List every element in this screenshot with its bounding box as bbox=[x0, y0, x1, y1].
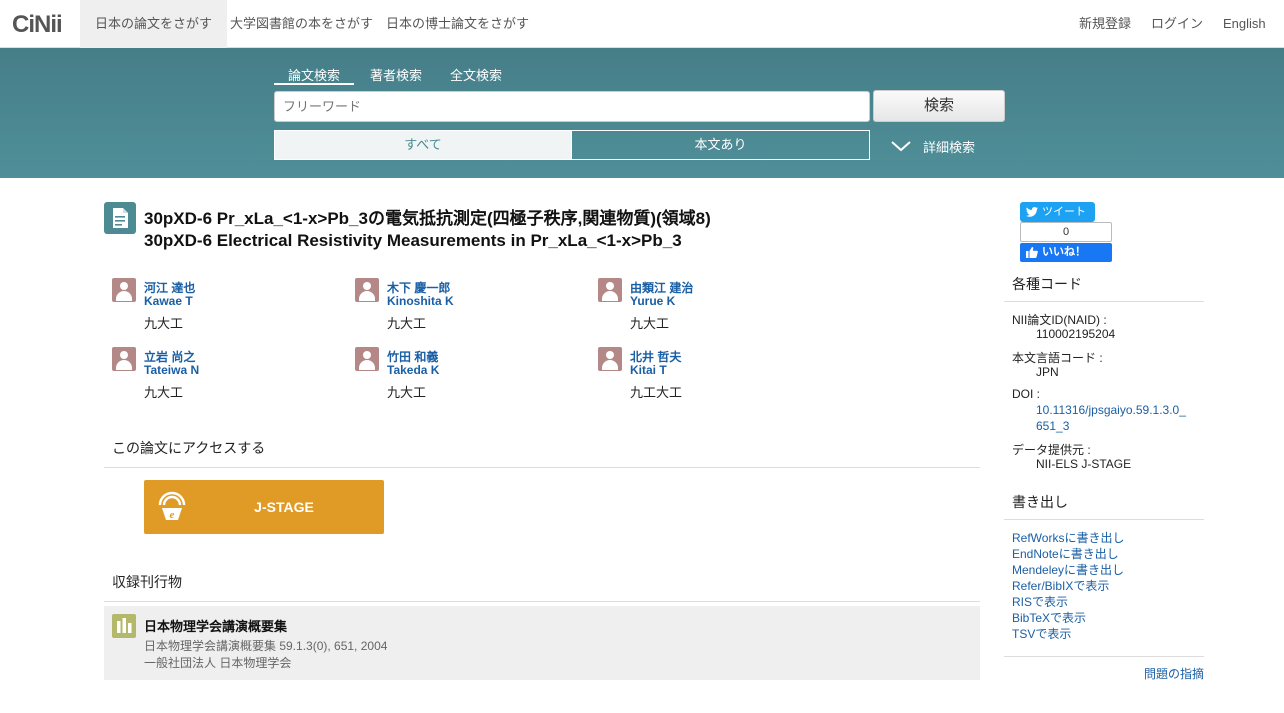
codes-heading: 各種コード bbox=[1004, 274, 1204, 302]
jstage-label: J-STAGE bbox=[254, 499, 314, 515]
report-problem-link[interactable]: 問題の指摘 bbox=[1144, 665, 1204, 682]
journal-publisher: 一般社団法人 日本物理学会 bbox=[144, 656, 292, 670]
avatar bbox=[598, 278, 622, 302]
document-icon bbox=[104, 202, 136, 234]
tweet-button[interactable]: ツイート bbox=[1020, 202, 1095, 222]
journal-card: 日本物理学会講演概要集 日本物理学会講演概要集 59.1.3(0), 651, … bbox=[104, 606, 980, 680]
avatar bbox=[112, 347, 136, 371]
like-label: いいね！ bbox=[1042, 246, 1086, 258]
naid-label: NII論文ID(NAID) : bbox=[1012, 313, 1107, 327]
author-name-en-link[interactable]: Kinoshita K bbox=[387, 294, 454, 308]
tab-fulltext-search[interactable]: 全文検索 bbox=[450, 65, 502, 85]
author-name-en-link[interactable]: Kitai T bbox=[630, 363, 667, 377]
filter-all-button[interactable]: すべて bbox=[274, 130, 572, 160]
tab-japanese-papers[interactable]: 日本の論文をさがす bbox=[80, 0, 228, 48]
author-affiliation: 九大工 bbox=[144, 316, 184, 331]
tab-article-search[interactable]: 論文検索 bbox=[274, 65, 354, 85]
search-button[interactable]: 検索 bbox=[873, 90, 1005, 122]
register-link[interactable]: 新規登録 bbox=[1079, 0, 1131, 48]
search-input[interactable] bbox=[274, 91, 870, 122]
author-name-en-link[interactable]: Yurue K bbox=[630, 294, 675, 308]
data-provider-value: NII-ELS J-STAGE bbox=[1036, 457, 1132, 471]
author-affiliation: 九大工 bbox=[630, 316, 670, 331]
export-ris-link[interactable]: RISで表示 bbox=[1012, 593, 1068, 610]
language-code-value: JPN bbox=[1036, 365, 1059, 379]
language-code-label: 本文言語コード : bbox=[1012, 351, 1103, 365]
jstage-button[interactable]: e J-STAGE bbox=[144, 480, 384, 534]
author-name-en-link[interactable]: Takeda K bbox=[387, 363, 439, 377]
chevron-down-icon bbox=[891, 141, 911, 152]
author-card: 木下 慶一郎 Kinoshita K 九大工 bbox=[355, 278, 585, 338]
author-card: 河江 達也 Kawae T 九大工 bbox=[112, 278, 342, 338]
author-name-en-link[interactable]: Kawae T bbox=[144, 294, 193, 308]
author-card: 立岩 尚之 Tateiwa N 九大工 bbox=[112, 347, 342, 407]
advanced-search-label: 詳細検索 bbox=[923, 140, 976, 155]
tweet-label: ツイート bbox=[1042, 206, 1086, 218]
doi-link[interactable]: 10.11316/jpsgaiyo.59.1.3.0_651_3 bbox=[1036, 402, 1192, 434]
export-bibtex-link[interactable]: BibTeXで表示 bbox=[1012, 609, 1086, 626]
search-band: 論文検索 著者検索 全文検索 検索 すべて 本文あり 詳細検索 bbox=[0, 48, 1284, 178]
avatar bbox=[355, 347, 379, 371]
author-affiliation: 九大工 bbox=[387, 316, 427, 331]
article-title-english: 30pXD-6 Electrical Resistivity Measureme… bbox=[144, 231, 682, 250]
journal-heading: 収録刊行物 bbox=[104, 572, 980, 602]
tab-doctoral-dissertations[interactable]: 日本の博士論文をさがす bbox=[371, 0, 544, 48]
export-heading: 書き出し bbox=[1004, 492, 1204, 520]
author-affiliation: 九工大工 bbox=[630, 385, 683, 400]
export-refworks-link[interactable]: RefWorksに書き出し bbox=[1012, 529, 1124, 546]
cinii-logo[interactable]: CiNii bbox=[12, 11, 63, 39]
bar-chart-icon bbox=[112, 614, 136, 638]
twitter-icon bbox=[1026, 207, 1038, 217]
access-heading: この論文にアクセスする bbox=[104, 438, 980, 468]
filter-fulltext-button[interactable]: 本文あり bbox=[571, 130, 870, 160]
author-card: 由類江 建治 Yurue K 九大工 bbox=[598, 278, 828, 338]
author-name-en-link[interactable]: Tateiwa N bbox=[144, 363, 199, 377]
author-card: 竹田 和義 Takeda K 九大工 bbox=[355, 347, 585, 407]
login-link[interactable]: ログイン bbox=[1151, 0, 1203, 48]
data-provider-label: データ提供元 : bbox=[1012, 443, 1091, 457]
doi-label: DOI : bbox=[1012, 387, 1041, 401]
author-card: 北井 哲夫 Kitai T 九工大工 bbox=[598, 347, 828, 407]
tab-author-search[interactable]: 著者検索 bbox=[370, 65, 422, 85]
author-affiliation: 九大工 bbox=[144, 385, 184, 400]
journal-volume: 日本物理学会講演概要集 59.1.3(0), 651, 2004 bbox=[144, 639, 388, 653]
naid-value: 110002195204 bbox=[1036, 327, 1116, 341]
tab-university-library-books[interactable]: 大学図書館の本をさがす bbox=[215, 0, 388, 48]
avatar bbox=[598, 347, 622, 371]
export-tsv-link[interactable]: TSVで表示 bbox=[1012, 625, 1071, 642]
author-affiliation: 九大工 bbox=[387, 385, 427, 400]
journal-title-link[interactable]: 日本物理学会講演概要集 bbox=[144, 616, 287, 635]
like-count: 0 bbox=[1020, 222, 1112, 242]
export-refer-bibix-link[interactable]: Refer/BibIXで表示 bbox=[1012, 577, 1109, 594]
thumbs-up-icon bbox=[1026, 247, 1038, 258]
divider bbox=[1004, 656, 1204, 657]
article-title-japanese: 30pXD-6 Pr_xLa_<1-x>Pb_3の電気抵抗測定(四極子秩序,関連… bbox=[144, 209, 711, 228]
language-english-link[interactable]: English bbox=[1223, 0, 1266, 48]
export-mendeley-link[interactable]: Mendeleyに書き出し bbox=[1012, 561, 1124, 578]
export-endnote-link[interactable]: EndNoteに書き出し bbox=[1012, 545, 1119, 562]
avatar bbox=[355, 278, 379, 302]
top-navigation: CiNii 日本の論文をさがす 大学図書館の本をさがす 日本の博士論文をさがす … bbox=[0, 0, 1284, 48]
facebook-like-button[interactable]: いいね！ bbox=[1020, 243, 1112, 262]
avatar bbox=[112, 278, 136, 302]
